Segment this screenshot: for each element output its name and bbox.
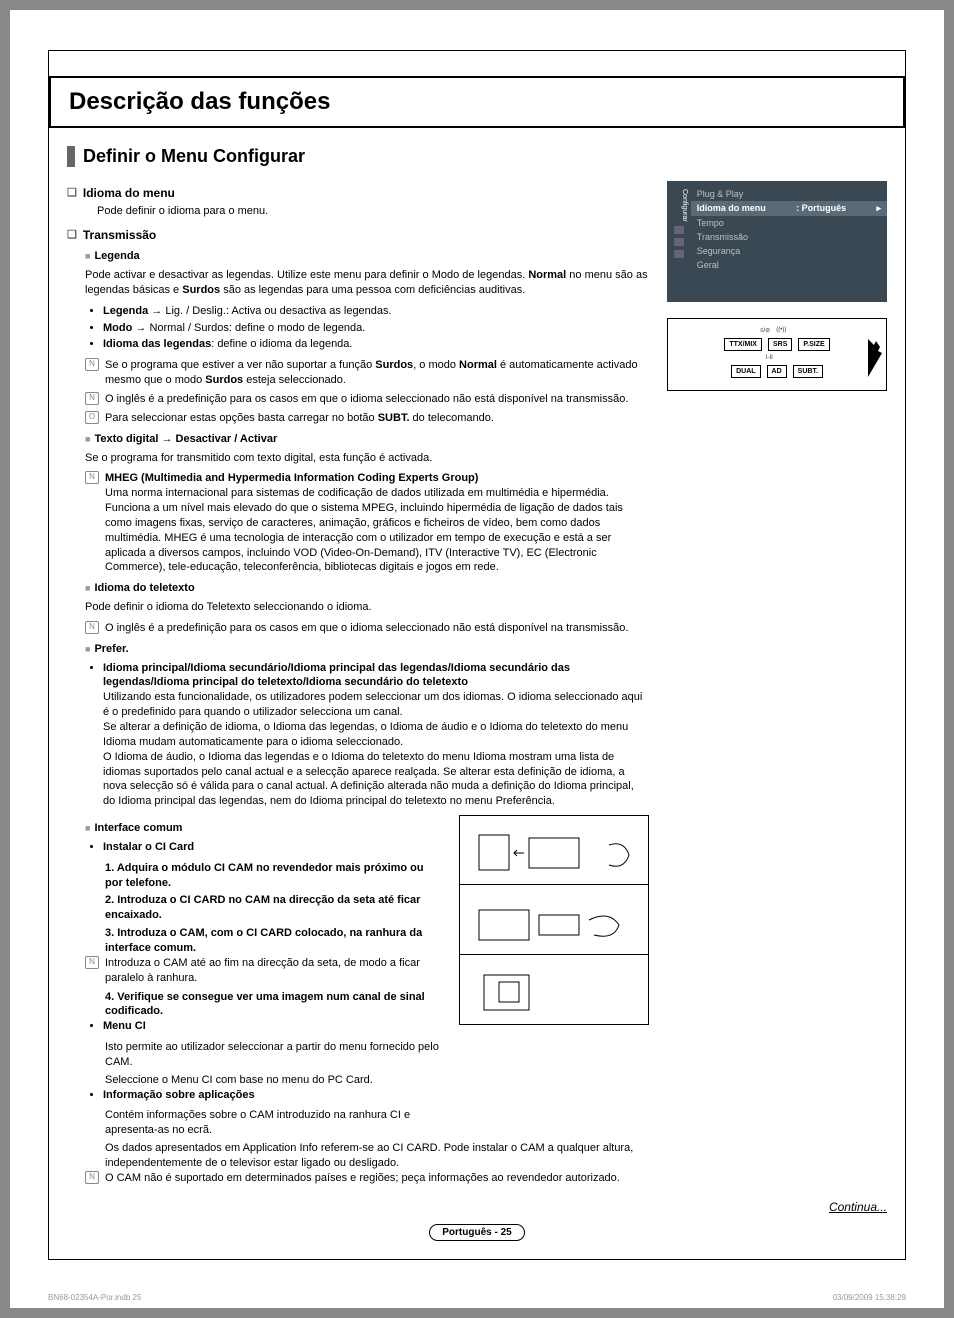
heading-teletexto: ■Idioma do teletexto bbox=[85, 581, 649, 596]
ci-text: Os dados apresentados em Application Inf… bbox=[105, 1141, 649, 1171]
section-heading: Definir o Menu Configurar bbox=[67, 146, 887, 167]
bullet: Modo → Normal / Surdos: define o modo de… bbox=[103, 321, 649, 336]
note: NIntroduza o CAM até ao fim na direcção … bbox=[85, 956, 441, 986]
note: NO inglês é a predefinição para os casos… bbox=[85, 621, 649, 636]
ci-illustration-2 bbox=[459, 885, 649, 955]
osd-icon bbox=[674, 238, 684, 246]
title-box: Descrição das funções bbox=[49, 76, 905, 128]
bullet: Idioma principal/Idioma secundário/Idiom… bbox=[103, 661, 649, 809]
page-title: Descrição das funções bbox=[69, 88, 885, 116]
cam-insert-icon bbox=[469, 890, 639, 950]
remote-button: AD bbox=[767, 365, 787, 378]
teletexto-desc: Pode definir o idioma do Teletexto selec… bbox=[85, 600, 649, 615]
heading-transmissao: ❏Transmissão bbox=[67, 227, 649, 243]
desc-idioma: Pode definir o idioma para o menu. bbox=[97, 204, 649, 219]
remote-button-subt: SUBT. bbox=[793, 365, 823, 378]
remote-button: P.SIZE bbox=[798, 338, 829, 351]
section-title: Definir o Menu Configurar bbox=[83, 146, 887, 167]
remote-icon: O bbox=[85, 411, 99, 424]
side-column: Configurar Plug & Play Idioma do menu: P… bbox=[667, 181, 887, 1190]
remote-icon: I-II bbox=[766, 355, 773, 361]
heading-legenda: ■Legenda bbox=[85, 249, 649, 264]
note-icon: N bbox=[85, 358, 99, 371]
ci-menu: Menu CI bbox=[103, 1019, 441, 1034]
prefer-bullets: Idioma principal/Idioma secundário/Idiom… bbox=[103, 661, 649, 809]
content-frame: Descrição das funções Definir o Menu Con… bbox=[48, 50, 906, 1260]
bullet: Menu CI bbox=[103, 1019, 441, 1034]
footer: Português - 25 bbox=[49, 1222, 905, 1259]
texto-desc: Se o programa for transmitido com texto … bbox=[85, 451, 649, 466]
remote-button: SRS bbox=[768, 338, 792, 351]
ci-illustration-3 bbox=[459, 955, 649, 1025]
osd-icon bbox=[674, 226, 684, 234]
ci-step: 1. Adquira o módulo CI CAM no revendedor… bbox=[105, 861, 441, 891]
legenda-bullets: Legenda → Lig. / Deslig.: Activa ou desa… bbox=[103, 304, 649, 353]
bullet: Legenda → Lig. / Deslig.: Activa ou desa… bbox=[103, 304, 649, 319]
heading-idioma: ❏Idioma do menu bbox=[67, 185, 649, 201]
osd-menu-panel: Configurar Plug & Play Idioma do menu: P… bbox=[667, 181, 887, 302]
heading-texto-digital: ■Texto digital → Desactivar / Activar bbox=[85, 432, 649, 447]
note-icon: N bbox=[85, 956, 99, 969]
osd-item: Transmissão bbox=[691, 230, 887, 244]
note-icon: N bbox=[85, 621, 99, 634]
note: NO CAM não é suportado em determinados p… bbox=[85, 1171, 649, 1186]
note-icon: N bbox=[85, 392, 99, 405]
remote-icon: ((•)) bbox=[776, 327, 786, 334]
bullet: Idioma das legendas: define o idioma da … bbox=[103, 337, 649, 352]
bullet: Instalar o CI Card bbox=[103, 840, 441, 855]
page: Descrição das funções Definir o Menu Con… bbox=[10, 10, 944, 1308]
osd-item: Segurança bbox=[691, 244, 887, 258]
ci-info: Informação sobre aplicações bbox=[103, 1088, 441, 1103]
note: OPara seleccionar estas opções basta car… bbox=[85, 411, 649, 426]
osd-tab-label: Configurar bbox=[670, 189, 688, 222]
ci-illustration-1 bbox=[459, 815, 649, 885]
remote-icon: ≡/⊘ bbox=[760, 327, 770, 334]
note-mheg: NMHEG (Multimedia and Hypermedia Informa… bbox=[85, 471, 649, 575]
continue-label: Continua... bbox=[49, 1200, 887, 1214]
ci-step: 4. Verifique se consegue ver uma imagem … bbox=[105, 990, 441, 1020]
page-number-pill: Português - 25 bbox=[429, 1224, 524, 1241]
note: NSe o programa que estiver a ver não sup… bbox=[85, 358, 649, 388]
slot-icon bbox=[469, 960, 639, 1020]
osd-item: Geral bbox=[691, 258, 887, 272]
card-insert-icon bbox=[469, 820, 639, 880]
remote-button: DUAL bbox=[731, 365, 760, 378]
pointer-icon bbox=[866, 329, 884, 379]
ci-step: 3. Introduza o CAM, com o CI CARD coloca… bbox=[105, 926, 441, 956]
note-icon: N bbox=[85, 471, 99, 484]
main-column: ❏Idioma do menu Pode definir o idioma pa… bbox=[67, 181, 649, 1190]
osd-menu-items: Plug & Play Idioma do menu: Português▸ T… bbox=[691, 187, 887, 272]
bullet: Informação sobre aplicações bbox=[103, 1088, 441, 1103]
ci-text: Seleccione o Menu CI com base no menu do… bbox=[105, 1073, 441, 1088]
ci-text: Isto permite ao utilizador seleccionar a… bbox=[105, 1040, 441, 1070]
note-icon: N bbox=[85, 1171, 99, 1184]
osd-item: Plug & Play bbox=[691, 187, 887, 201]
chevron-right-icon: ▸ bbox=[876, 203, 881, 214]
osd-item-selected: Idioma do menu: Português▸ bbox=[691, 201, 887, 216]
heading-interface-comum: ■Interface comum bbox=[85, 821, 441, 836]
ci-step: 2. Introduza o CI CARD no CAM na direcçã… bbox=[105, 893, 441, 923]
remote-button: TTX/MIX bbox=[724, 338, 762, 351]
osd-icon bbox=[674, 250, 684, 258]
ci-illustrations bbox=[459, 815, 649, 1138]
ci-inst: Instalar o CI Card bbox=[103, 840, 441, 855]
heading-prefer: ■Prefer. bbox=[85, 642, 649, 657]
note: NO inglês é a predefinição para os casos… bbox=[85, 392, 649, 407]
legenda-desc: Pode activar e desactivar as legendas. U… bbox=[85, 268, 649, 298]
osd-item: Tempo bbox=[691, 216, 887, 230]
remote-diagram: ≡/⊘ ((•)) TTX/MIX SRS P.SIZE I-II DUAL AD… bbox=[667, 318, 887, 391]
ci-text: Contém informações sobre o CAM introduzi… bbox=[105, 1108, 441, 1138]
